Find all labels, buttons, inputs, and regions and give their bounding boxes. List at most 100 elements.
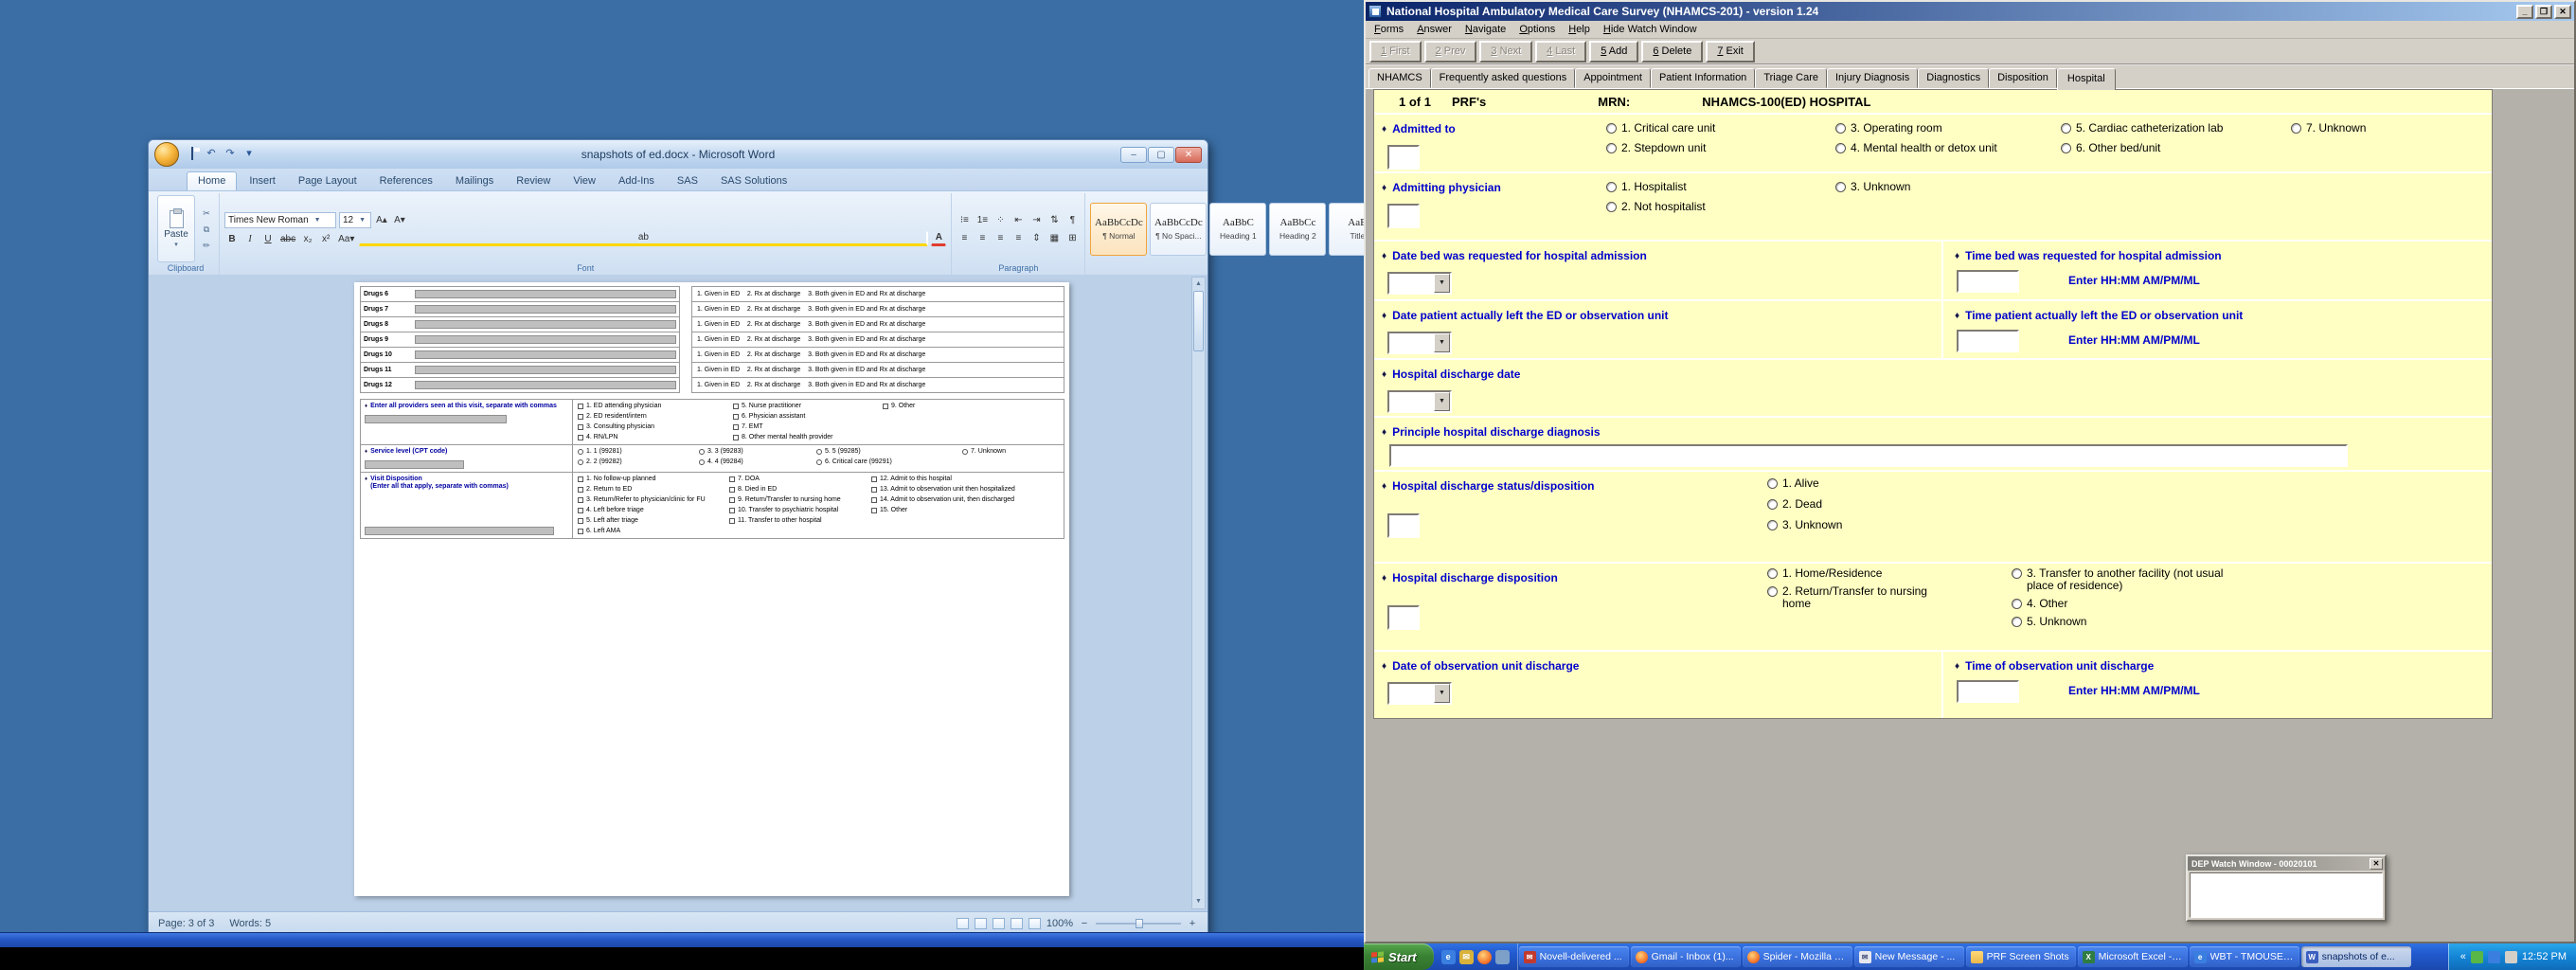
visit-option[interactable]: 12. Admit to this hospital [871, 476, 1059, 483]
provider-option[interactable]: 8. Other mental health provider [733, 434, 875, 441]
form-tab[interactable]: Frequently asked questions [1431, 68, 1576, 88]
visit-option[interactable]: 9. Return/Transfer to nursing home [729, 496, 864, 504]
radio-option[interactable]: 2. Dead [1767, 498, 1842, 511]
service-option[interactable]: 6. Critical care (99291) [816, 458, 955, 466]
zoom-slider[interactable] [1096, 923, 1181, 925]
watch-window-titlebar[interactable]: DEP Watch Window - 00020101 ✕ [2188, 856, 2385, 871]
visit-disposition-input-field[interactable] [365, 527, 554, 535]
time-left-ed-input[interactable] [1957, 330, 2019, 352]
visit-option[interactable]: 5. Left after triage [578, 517, 722, 525]
word-minimize-button[interactable]: – [1120, 147, 1147, 163]
zoom-slider-thumb[interactable] [1136, 919, 1143, 928]
strikethrough-button[interactable]: abc [278, 231, 297, 246]
zoom-out-icon[interactable]: − [1079, 918, 1090, 929]
radio-option[interactable]: 3. Transfer to another facility (not usu… [2012, 567, 2234, 592]
provider-option[interactable]: 5. Nurse practitioner [733, 403, 875, 410]
ribbon-tab[interactable]: Review [506, 172, 561, 190]
drug-input-field[interactable] [415, 335, 676, 344]
form-tab[interactable]: Diagnostics [1918, 68, 1989, 88]
office-button[interactable] [154, 142, 179, 167]
drug-input-field[interactable] [415, 320, 676, 329]
align-right-icon[interactable]: ≡ [993, 230, 1008, 245]
dropdown-arrow-icon[interactable]: ▼ [1434, 274, 1450, 293]
radio-option[interactable]: 4. Mental health or detox unit [1835, 142, 2061, 154]
highlight-button[interactable]: ab [359, 231, 928, 246]
menu-item[interactable]: Options [1512, 22, 1562, 37]
time-observation-discharge-input[interactable] [1957, 680, 2019, 703]
drug-input-field[interactable] [415, 305, 676, 314]
superscript-button[interactable]: x² [318, 231, 333, 246]
visit-option[interactable]: 3. Return/Refer to physician/clinic for … [578, 496, 722, 504]
toolbar-button[interactable]: 5 Add [1589, 41, 1638, 63]
word-titlebar[interactable]: ↶ ↷ ▾ snapshots of ed.docx - Microsoft W… [149, 140, 1208, 169]
date-bed-requested-dropdown[interactable]: ▼ [1387, 272, 1452, 295]
quicklaunch-ie-icon[interactable]: e [1441, 950, 1456, 964]
menu-item[interactable]: Help [1562, 22, 1597, 37]
taskbar-button-new-message[interactable]: ✉New Message - ... [1854, 946, 1964, 967]
date-observation-discharge-dropdown[interactable]: ▼ [1387, 682, 1452, 705]
justify-icon[interactable]: ≡ [1011, 230, 1026, 245]
radio-option[interactable]: 5. Unknown [2012, 616, 2234, 628]
ribbon-tab[interactable]: SAS [667, 172, 708, 190]
decrease-indent-icon[interactable]: ⇤ [1011, 212, 1026, 227]
sort-icon[interactable]: ⇅ [1046, 212, 1062, 227]
vertical-scrollbar[interactable]: ▲ ▼ [1191, 277, 1206, 909]
ribbon-tab[interactable]: Page Layout [288, 172, 367, 190]
discharge-status-input[interactable] [1387, 513, 1420, 538]
dropdown-arrow-icon[interactable]: ▼ [1434, 333, 1450, 352]
taskbar-clock[interactable]: 12:52 PM [2522, 951, 2567, 962]
redo-icon[interactable]: ↷ [223, 147, 238, 162]
fullscreen-view-icon[interactable] [975, 918, 987, 929]
style-tile[interactable]: AaBbCc Heading 2 [1269, 203, 1326, 256]
align-left-icon[interactable]: ≡ [957, 230, 972, 245]
scrollbar-thumb[interactable] [1193, 291, 1204, 351]
toolbar-button[interactable]: 3 Next [1479, 41, 1532, 63]
draft-view-icon[interactable] [1029, 918, 1041, 929]
provider-option[interactable]: 6. Physician assistant [733, 413, 875, 421]
radio-option[interactable]: 3. Operating room [1835, 122, 2061, 135]
pilcrow-icon[interactable]: ¶ [1064, 212, 1080, 227]
taskbar-button-gmail[interactable]: Gmail - Inbox (1)... [1631, 946, 1741, 967]
align-center-icon[interactable]: ≡ [975, 230, 990, 245]
quicklaunch-show-desktop-icon[interactable] [1495, 950, 1510, 964]
service-option[interactable]: 4. 4 (99284) [699, 458, 809, 466]
print-layout-view-icon[interactable] [957, 918, 969, 929]
style-tile[interactable]: AaBbCcDc ¶ No Spaci... [1150, 203, 1207, 256]
word-maximize-button[interactable]: ▢ [1148, 147, 1174, 163]
toolbar-button[interactable]: 1 First [1369, 41, 1422, 63]
taskbar-button-excel[interactable]: XMicrosoft Excel - ... [2078, 946, 2188, 967]
shrink-font-icon[interactable]: A▾ [392, 212, 407, 227]
visit-option[interactable]: 14. Admit to observation unit, then disc… [871, 496, 1059, 504]
numbering-icon[interactable]: 1≡ [975, 212, 990, 227]
provider-option[interactable]: 1. ED attending physician [578, 403, 725, 410]
tray-icon-2[interactable] [2488, 951, 2500, 963]
service-option[interactable]: 7. Unknown [962, 448, 1059, 456]
radio-option[interactable]: 4. Other [2012, 598, 2234, 610]
ribbon-tab[interactable]: Mailings [445, 172, 504, 190]
form-tab[interactable]: Appointment [1575, 68, 1651, 88]
qat-dropdown-icon[interactable]: ▾ [242, 147, 257, 162]
word-count[interactable]: Words: 5 [229, 918, 271, 929]
taskbar-button-wbt[interactable]: eWBT - TMOUSER... [2190, 946, 2299, 967]
form-tab[interactable]: Disposition [1989, 68, 2057, 88]
service-option[interactable]: 1. 1 (99281) [578, 448, 691, 456]
visit-option[interactable]: 6. Left AMA [578, 528, 722, 535]
visit-option[interactable]: 8. Died in ED [729, 486, 864, 494]
underline-button[interactable]: U [260, 231, 276, 246]
service-option[interactable]: 2. 2 (99282) [578, 458, 691, 466]
discharge-date-dropdown[interactable]: ▼ [1387, 390, 1452, 413]
quicklaunch-firefox-icon[interactable] [1477, 950, 1492, 964]
nhamcs-minimize-button[interactable]: _ [2516, 5, 2533, 19]
multilevel-list-icon[interactable]: ⁘ [993, 212, 1008, 227]
toolbar-button[interactable]: 6 Delete [1641, 41, 1703, 63]
provider-option[interactable]: 2. ED resident/intern [578, 413, 725, 421]
ribbon-tab[interactable]: Home [187, 171, 237, 190]
style-tile[interactable]: AaBbCcDc ¶ Normal [1090, 203, 1147, 256]
line-spacing-icon[interactable]: ⇕ [1029, 230, 1044, 245]
document-page[interactable]: Drugs 6 1. Given in ED 2. Rx at discharg… [354, 282, 1069, 896]
menu-item[interactable]: Forms [1368, 22, 1410, 37]
taskbar-button-snapshots[interactable]: Wsnapshots of e... [2301, 946, 2411, 967]
radio-option[interactable]: 1. Hospitalist [1606, 181, 1835, 193]
zoom-in-icon[interactable]: + [1187, 918, 1198, 929]
scroll-down-icon[interactable]: ▼ [1195, 895, 1202, 908]
